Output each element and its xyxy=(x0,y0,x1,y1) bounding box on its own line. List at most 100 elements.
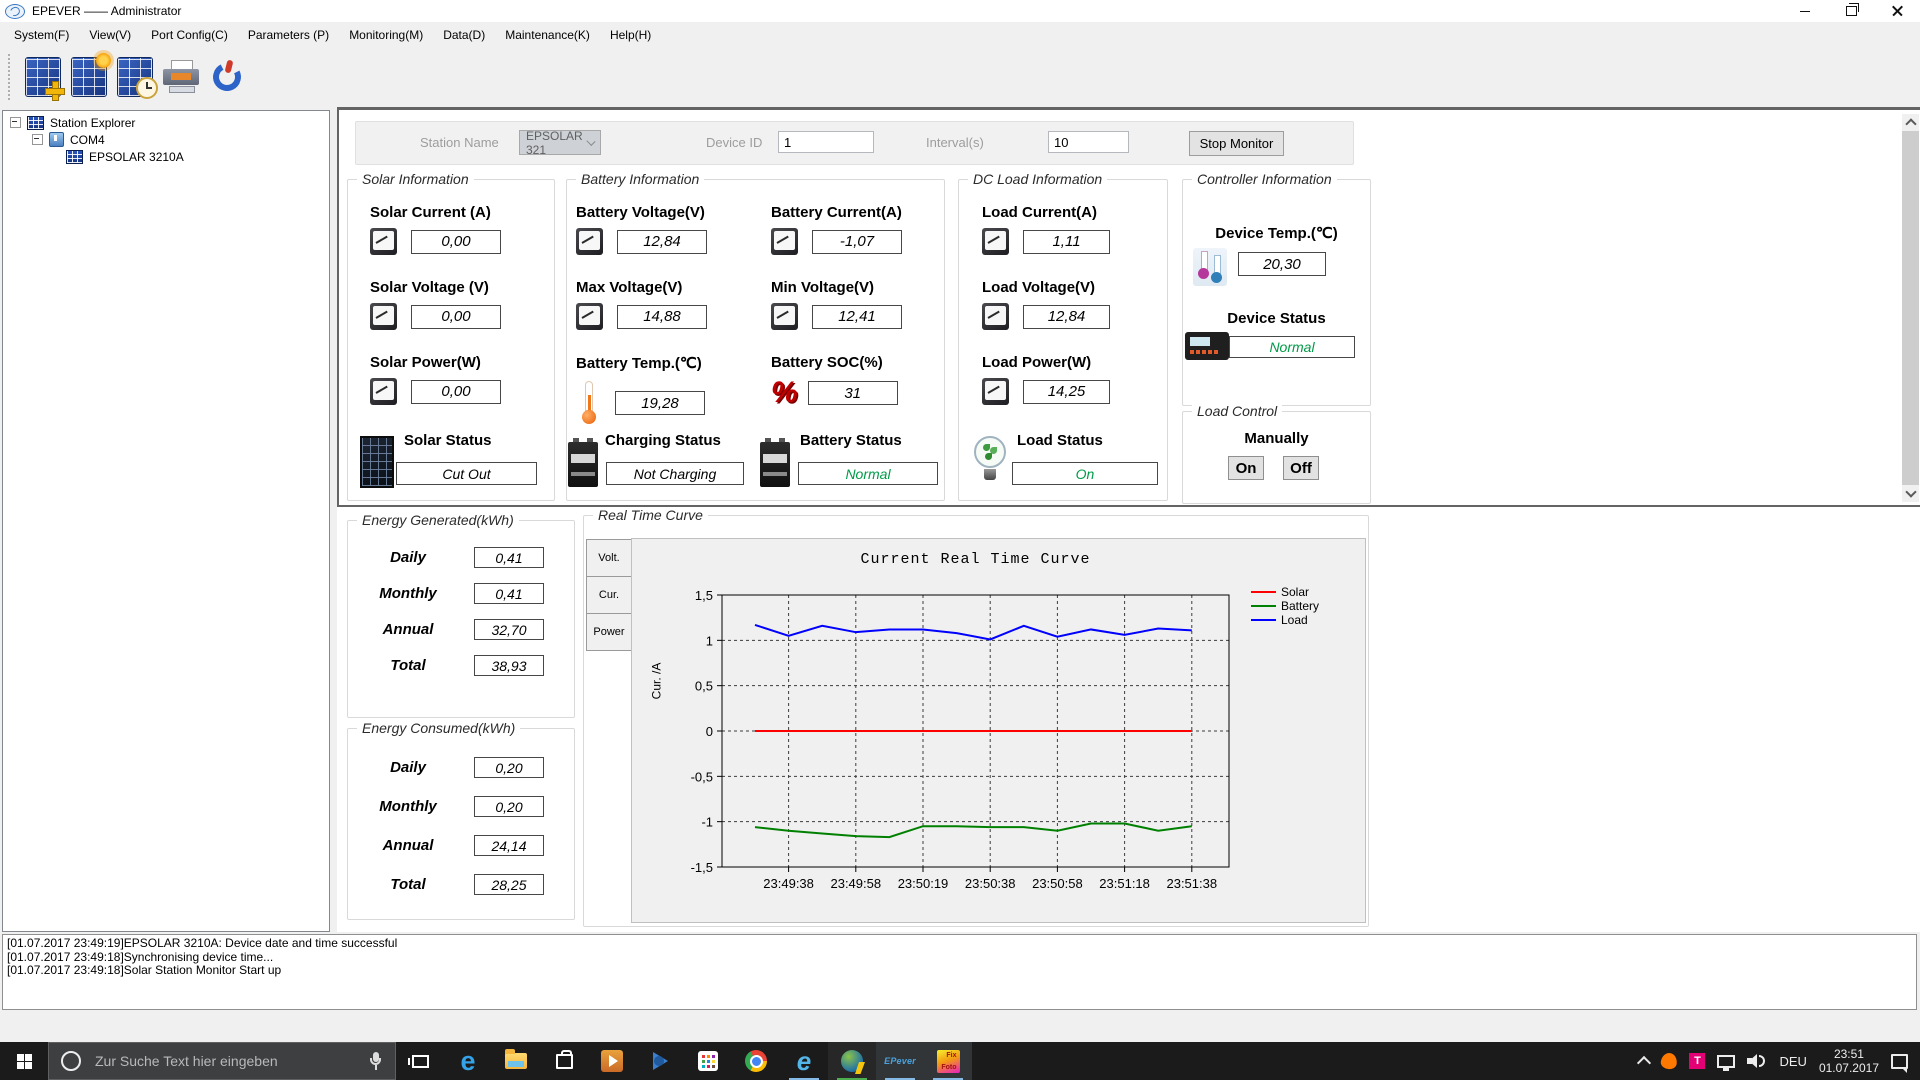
menu-parameters[interactable]: Parameters (P) xyxy=(238,24,339,46)
task-view-button[interactable] xyxy=(396,1042,444,1080)
annual-consumed-value: 24,14 xyxy=(474,835,544,856)
action-center-button[interactable] xyxy=(1885,1042,1914,1080)
scroll-up-button[interactable] xyxy=(1902,114,1919,131)
load-power-value: 14,25 xyxy=(1023,379,1110,404)
tab-power[interactable]: Power xyxy=(586,613,632,651)
task-view-icon xyxy=(407,1054,429,1068)
tree-item-epsolar-3210a[interactable]: EPSOLAR 3210A xyxy=(3,148,329,165)
minimize-icon xyxy=(1800,10,1810,12)
taskbar: e e EPever Fix Foto T DEU 23:51 01.0 xyxy=(0,1042,1920,1080)
close-button[interactable] xyxy=(1874,0,1920,22)
interval-input[interactable] xyxy=(1048,131,1129,153)
real-time-curve-group: Real Time Curve Volt. Cur. Power Current… xyxy=(583,507,1369,927)
legend-battery: Battery xyxy=(1281,599,1320,613)
solar-monitor-app-button[interactable] xyxy=(828,1042,876,1080)
telekom-tray-button[interactable]: T xyxy=(1683,1042,1711,1080)
search-input[interactable] xyxy=(93,1052,369,1070)
station-parameters-button[interactable] xyxy=(66,52,112,102)
clock-icon xyxy=(136,77,158,99)
chart-panel: Current Real Time Curve Cur. /A 1,5 1 0,5 0… xyxy=(631,538,1366,923)
device-status-value: Normal xyxy=(1229,336,1355,358)
interval-label: Interval(s) xyxy=(926,135,984,150)
svg-text:23:51:18: 23:51:18 xyxy=(1099,876,1150,891)
collapse-icon[interactable] xyxy=(10,117,21,128)
menu-monitoring[interactable]: Monitoring(M) xyxy=(339,24,433,46)
station-name-dropdown[interactable]: EPSOLAR 321 xyxy=(519,129,601,157)
media-app-button[interactable] xyxy=(636,1042,684,1080)
monthly-consumed-value: 0,20 xyxy=(474,796,544,817)
menu-view[interactable]: View(V) xyxy=(79,24,141,46)
exit-button[interactable] xyxy=(204,52,250,102)
load-on-button[interactable]: On xyxy=(1228,456,1264,480)
station-name-label: Station Name xyxy=(420,135,499,150)
svg-text:23:49:58: 23:49:58 xyxy=(830,876,881,891)
language-indicator[interactable]: DEU xyxy=(1773,1042,1812,1080)
internet-explorer-button[interactable]: e xyxy=(780,1042,828,1080)
station-tree: Station Explorer COM4 EPSOLAR 3210A xyxy=(2,110,330,932)
printer-icon xyxy=(163,60,199,94)
add-station-button[interactable] xyxy=(20,52,66,102)
restore-icon xyxy=(1845,3,1859,16)
clock[interactable]: 23:51 01.07.2017 xyxy=(1813,1042,1885,1080)
folder-icon xyxy=(505,1049,527,1069)
svg-text:-1,5: -1,5 xyxy=(691,860,713,875)
real-time-monitor-button[interactable] xyxy=(112,52,158,102)
meter-icon xyxy=(370,378,397,405)
date: 01.07.2017 xyxy=(1818,1061,1879,1075)
menu-maintenance[interactable]: Maintenance(K) xyxy=(495,24,600,46)
scroll-down-button[interactable] xyxy=(1902,485,1919,502)
edge-button[interactable]: e xyxy=(444,1042,492,1080)
load-status-label: Load Status xyxy=(1017,432,1103,449)
scrollbar-thumb[interactable] xyxy=(1902,131,1919,485)
device-id-input[interactable] xyxy=(778,131,874,153)
file-explorer-button[interactable] xyxy=(492,1042,540,1080)
solar-current-value: 0,00 xyxy=(411,229,501,254)
restore-button[interactable] xyxy=(1828,0,1874,22)
collapse-icon[interactable] xyxy=(32,134,43,145)
minimize-button[interactable] xyxy=(1782,0,1828,22)
group-title: Battery Information xyxy=(576,171,705,187)
tree-item-com4[interactable]: COM4 xyxy=(3,131,329,148)
battery-information-group: Battery Information Battery Voltage(V) 1… xyxy=(566,171,945,501)
avast-tray-button[interactable] xyxy=(1655,1042,1683,1080)
epever-app-button[interactable]: EPever xyxy=(876,1042,924,1080)
microphone-icon[interactable] xyxy=(369,1051,383,1071)
network-tray-button[interactable] xyxy=(1711,1042,1741,1080)
vertical-scrollbar[interactable] xyxy=(1902,114,1919,502)
print-button[interactable] xyxy=(158,52,204,102)
load-off-button[interactable]: Off xyxy=(1283,456,1319,480)
close-icon xyxy=(1891,5,1903,17)
meter-icon xyxy=(370,228,397,255)
apps-grid-button[interactable] xyxy=(684,1042,732,1080)
menu-port-config[interactable]: Port Config(C) xyxy=(141,24,238,46)
chevron-up-icon xyxy=(1637,1055,1652,1071)
energy-generated-group: Energy Generated(kWh) Daily 0,41 Monthly 0… xyxy=(347,512,575,718)
battery-temp-value: 19,28 xyxy=(615,391,705,415)
monitor-settings-bar: Station Name EPSOLAR 321 Device ID Inter… xyxy=(355,121,1354,165)
taskbar-search[interactable] xyxy=(48,1042,396,1080)
start-button[interactable] xyxy=(0,1042,48,1080)
fixfoto-icon: Fix Foto xyxy=(936,1049,960,1073)
tab-volt[interactable]: Volt. xyxy=(586,539,632,577)
media-play-icon xyxy=(652,1052,668,1070)
volume-tray-button[interactable] xyxy=(1741,1042,1773,1080)
menu-system[interactable]: System(F) xyxy=(4,24,79,46)
volume-icon xyxy=(1747,1053,1767,1069)
video-app-button[interactable] xyxy=(588,1042,636,1080)
stop-monitor-button[interactable]: Stop Monitor xyxy=(1189,131,1284,156)
total-label: Total xyxy=(390,657,426,674)
event-log[interactable]: [01.07.2017 23:49:19]EPSOLAR 3210A: Devi… xyxy=(2,934,1917,1010)
menu-help[interactable]: Help(H) xyxy=(600,24,661,46)
avast-icon xyxy=(1660,1051,1679,1071)
store-button[interactable] xyxy=(540,1042,588,1080)
fixfoto-app-button[interactable]: Fix Foto xyxy=(924,1042,972,1080)
load-voltage-label: Load Voltage(V) xyxy=(982,279,1096,296)
menu-data[interactable]: Data(D) xyxy=(433,24,495,46)
total-label: Total xyxy=(390,876,426,893)
charging-status-label: Charging Status xyxy=(605,432,721,449)
network-icon xyxy=(1717,1054,1736,1071)
tray-expand-button[interactable] xyxy=(1633,1042,1655,1080)
chrome-button[interactable] xyxy=(732,1042,780,1080)
tab-cur[interactable]: Cur. xyxy=(586,576,632,614)
tree-item-station-explorer[interactable]: Station Explorer xyxy=(3,114,329,131)
